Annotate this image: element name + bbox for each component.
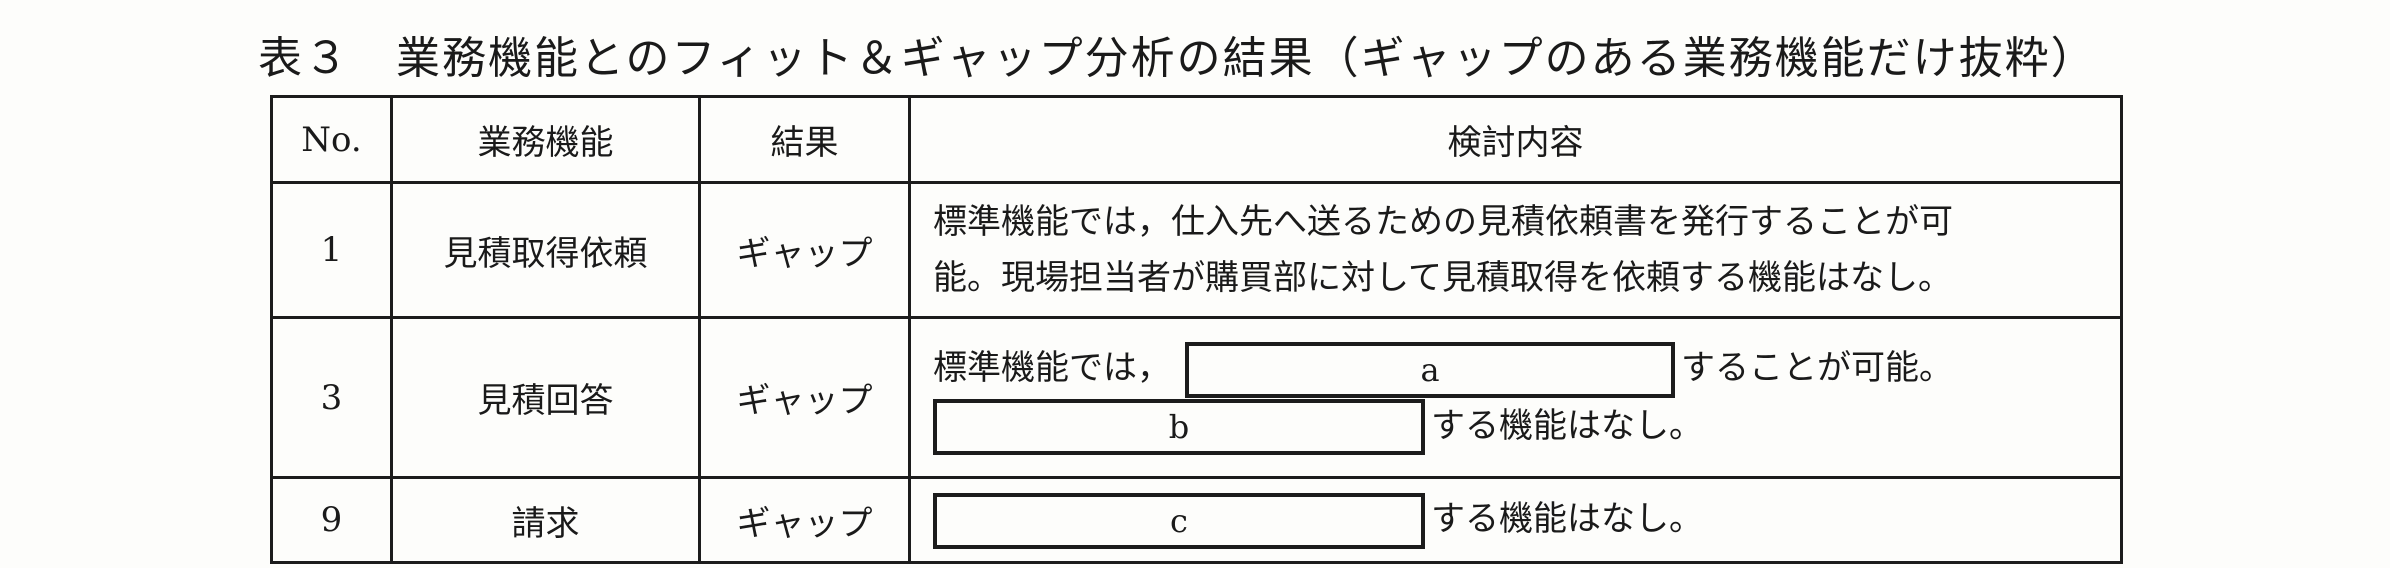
header-detail: 検討内容 <box>908 95 2123 184</box>
row-result: ギャップ <box>698 316 911 479</box>
blank-box-a: a <box>1185 341 1675 398</box>
fit-gap-table: No. 業務機能 結果 検討内容 1 見積取得依頼 ギャップ 標準機能では，仕入… <box>270 95 2123 564</box>
detail-line: 標準機能では，仕入先へ送るための見積依頼書を発行することが可 <box>933 202 1953 242</box>
table-caption: 表３ 業務機能とのフィット＆ギャップ分析の結果（ギャップのある業務機能だけ抜粋） <box>258 33 2097 84</box>
detail-suffix: する機能はなし。 <box>1431 405 1703 446</box>
table-header-row: No. 業務機能 結果 検討内容 <box>270 95 2123 184</box>
table-row: 9 請求 ギャップ c する機能はなし。 <box>270 476 2123 564</box>
detail-prefix: 標準機能では， <box>933 348 1171 388</box>
detail-line: 標準機能では， a することが可能。 <box>933 340 2106 398</box>
row-no: 1 <box>270 181 393 319</box>
blank-box-c: c <box>933 492 1425 549</box>
table-row: 1 見積取得依頼 ギャップ 標準機能では，仕入先へ送るための見積依頼書を発行する… <box>270 181 2123 319</box>
row-no: 3 <box>270 316 393 479</box>
row-detail: 標準機能では，仕入先へ送るための見積依頼書を発行することが可 能。現場担当者が購… <box>908 181 2123 319</box>
detail-suffix: することが可能。 <box>1681 348 1953 388</box>
header-function: 業務機能 <box>390 95 701 184</box>
row-detail: 標準機能では， a することが可能。 b する機能はなし。 <box>908 316 2123 479</box>
row-function: 見積取得依頼 <box>390 181 701 319</box>
row-function: 見積回答 <box>390 316 701 479</box>
detail-suffix: する機能はなし。 <box>1431 499 1703 540</box>
row-result: ギャップ <box>698 476 911 564</box>
detail-line: b する機能はなし。 <box>933 398 2106 455</box>
header-no: No. <box>270 95 393 184</box>
blank-box-b: b <box>933 399 1425 455</box>
row-function: 請求 <box>390 476 701 564</box>
table-row: 3 見積回答 ギャップ 標準機能では， a することが可能。 b する機能はなし。 <box>270 316 2123 479</box>
row-result: ギャップ <box>698 181 911 319</box>
detail-line: 能。現場担当者が購買部に対して見積取得を依頼する機能はなし。 <box>933 258 1952 298</box>
header-result: 結果 <box>698 95 911 184</box>
row-no: 9 <box>270 476 393 564</box>
row-detail: c する機能はなし。 <box>908 476 2123 564</box>
detail-line: c する機能はなし。 <box>933 491 2106 549</box>
